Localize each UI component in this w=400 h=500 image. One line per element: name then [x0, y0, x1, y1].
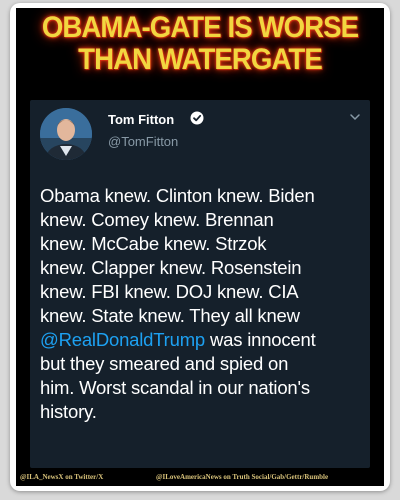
tweet-line: knew. McCabe knew. Strzok [40, 233, 267, 254]
footer-credit-left: @ILA_NewsX on Twitter/X [20, 473, 104, 481]
headline-line-2: THAN WATERGATE [78, 43, 323, 76]
tweet-line: Obama knew. Clinton knew. Biden [40, 185, 315, 206]
author-handle[interactable]: @TomFitton [108, 134, 178, 149]
tweet-line-with-mention: @RealDonaldTrump was innocent [40, 328, 366, 352]
tweet-line: knew. Comey knew. Brennan [40, 209, 274, 230]
tweet-line: history. [40, 401, 97, 422]
tweet-text: Obama knew. Clinton knew. Biden knew. Co… [40, 184, 366, 424]
tweet-card: Tom Fitton @TomFitton Obama knew. Clinto… [30, 100, 370, 468]
tweet-line: knew. Clapper knew. Rosenstein [40, 257, 302, 278]
tweet-line: knew. State knew. They all knew [40, 305, 300, 326]
avatar-photo [40, 108, 92, 160]
verified-badge-icon [190, 111, 204, 125]
tweet-line: but they smeared and spied on [40, 353, 289, 374]
credits-footer: @ILA_NewsX on Twitter/X @ILoveAmericaNew… [16, 471, 384, 485]
chevron-down-icon[interactable] [348, 110, 362, 124]
meme-headline: OBAMA-GATE IS WORSE THAN WATERGATE [31, 12, 370, 76]
headline-line-1: OBAMA-GATE IS WORSE [41, 11, 359, 44]
tweet-line: him. Worst scandal in our nation's [40, 377, 310, 398]
author-name[interactable]: Tom Fitton [108, 112, 174, 127]
avatar[interactable] [40, 108, 92, 160]
mention-link[interactable]: @RealDonaldTrump [40, 329, 205, 350]
meme-poster: OBAMA-GATE IS WORSE THAN WATERGATE Tom F… [16, 8, 384, 486]
tweet-line: knew. FBI knew. DOJ knew. CIA [40, 281, 299, 302]
footer-credit-right: @ILoveAmericaNews on Truth Social/Gab/Ge… [156, 473, 329, 481]
tweet-line-text: was innocent [205, 329, 316, 350]
